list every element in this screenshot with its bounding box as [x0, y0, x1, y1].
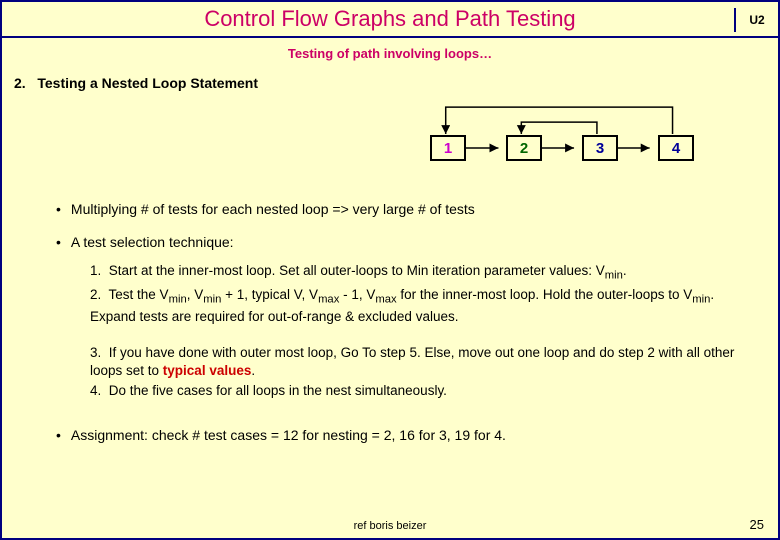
footer-ref: ref boris beizer	[354, 520, 427, 532]
unit-badge: U2	[734, 8, 770, 32]
header: Control Flow Graphs and Path Testing U2	[2, 2, 778, 38]
flow-diagram: 1 2 3 4	[2, 91, 778, 186]
step-4: 4. Do the five cases for all loops in th…	[90, 382, 742, 400]
page-title: Control Flow Graphs and Path Testing	[204, 6, 575, 32]
slide: Control Flow Graphs and Path Testing U2 …	[0, 0, 780, 540]
section-heading: 2. Testing a Nested Loop Statement	[14, 75, 778, 91]
subtitle: Testing of path involving loops…	[2, 46, 778, 61]
body-text: Multiplying # of tests for each nested l…	[2, 200, 778, 445]
bullet-1: Multiplying # of tests for each nested l…	[56, 200, 742, 219]
node-1: 1	[430, 135, 466, 161]
node-4: 4	[658, 135, 694, 161]
technique-steps: 1. Start at the inner-most loop. Set all…	[90, 262, 742, 401]
section-title: Testing a Nested Loop Statement	[37, 75, 258, 91]
node-2: 2	[506, 135, 542, 161]
section-number: 2.	[14, 75, 26, 91]
step-3: 3. If you have done with outer most loop…	[90, 344, 742, 380]
step-2: 2. Test the Vmin, Vmin + 1, typical V, V…	[90, 286, 742, 326]
step-1: 1. Start at the inner-most loop. Set all…	[90, 262, 742, 284]
spacer	[90, 328, 742, 342]
bullet-assignment: Assignment: check # test cases = 12 for …	[56, 426, 742, 445]
node-3: 3	[582, 135, 618, 161]
page-number: 25	[750, 517, 764, 532]
bullet-2: A test selection technique:	[56, 233, 742, 252]
